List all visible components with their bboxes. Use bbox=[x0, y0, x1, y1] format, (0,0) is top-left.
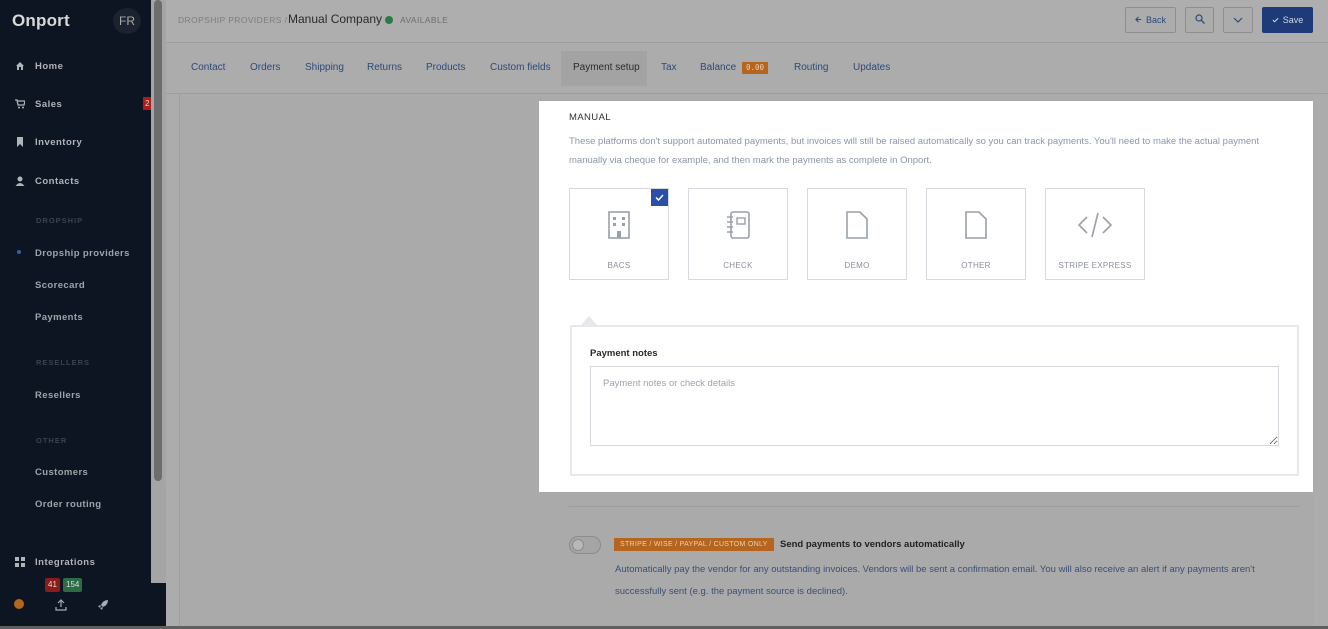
payment-method-label: DEMO bbox=[844, 261, 870, 270]
payment-method-check[interactable]: CHECK bbox=[688, 188, 788, 280]
section-dropship: DROPSHIP bbox=[36, 216, 84, 225]
tab-payment-setup[interactable]: Payment setup bbox=[573, 62, 640, 73]
arrow-left-icon bbox=[1135, 15, 1142, 25]
selected-check-icon bbox=[651, 189, 668, 206]
status-indicator-icon bbox=[385, 16, 393, 24]
more-options-button[interactable] bbox=[1223, 7, 1253, 33]
sidebar-item-label: Home bbox=[35, 60, 64, 72]
platform-restriction-badge: STRIPE / WISE / PAYPAL / CUSTOM ONLY bbox=[614, 538, 774, 551]
sidebar-item-dropship-providers[interactable]: Dropship providers bbox=[35, 248, 130, 259]
upload-icon[interactable] bbox=[55, 598, 67, 616]
sidebar-item-payments[interactable]: Payments bbox=[35, 312, 83, 323]
divider bbox=[569, 506, 1299, 507]
home-icon bbox=[15, 61, 25, 71]
payment-method-label: STRIPE EXPRESS bbox=[1058, 261, 1132, 270]
tab-returns[interactable]: Returns bbox=[367, 62, 402, 73]
sidebar-scrollbar-thumb[interactable] bbox=[154, 0, 162, 481]
tab-orders[interactable]: Orders bbox=[250, 62, 281, 73]
sidebar-item-customers[interactable]: Customers bbox=[35, 467, 88, 478]
sidebar-item-home[interactable]: Home bbox=[0, 56, 151, 76]
payment-method-label: BACS bbox=[607, 261, 631, 270]
brand-logo[interactable]: Onport bbox=[12, 11, 70, 31]
sidebar-item-scorecard[interactable]: Scorecard bbox=[35, 280, 85, 291]
sidebar-item-resellers[interactable]: Resellers bbox=[35, 390, 81, 401]
back-label: Back bbox=[1145, 15, 1166, 25]
status-dot-icon[interactable] bbox=[14, 599, 24, 609]
footer-badge-red: 41 bbox=[45, 578, 60, 592]
payment-method-other[interactable]: OTHER bbox=[926, 188, 1026, 280]
auto-payments-description: Automatically pay the vendor for any out… bbox=[615, 564, 1255, 597]
section-other: OTHER bbox=[36, 436, 68, 445]
tab-updates[interactable]: Updates bbox=[853, 62, 890, 73]
search-icon bbox=[1194, 14, 1205, 26]
balance-badge: 0.00 bbox=[742, 62, 769, 74]
chevron-down-icon bbox=[1233, 15, 1243, 25]
tab-custom-fields[interactable]: Custom fields bbox=[490, 62, 551, 73]
user-icon bbox=[15, 176, 25, 186]
auto-payments-toggle[interactable] bbox=[569, 536, 601, 554]
tab-contact[interactable]: Contact bbox=[191, 62, 225, 73]
sidebar-footer bbox=[0, 583, 166, 629]
breadcrumb[interactable]: DROPSHIP PROVIDERS / bbox=[178, 15, 287, 25]
notes-pointer-icon bbox=[581, 316, 597, 325]
save-label: Save bbox=[1282, 15, 1304, 25]
auto-payments-title: Send payments to vendors automatically bbox=[780, 539, 965, 550]
sidebar-item-label: Integrations bbox=[35, 556, 96, 568]
sidebar-item-sales[interactable]: Sales bbox=[0, 94, 151, 114]
sidebar-item-order-routing[interactable]: Order routing bbox=[35, 499, 101, 510]
bookmark-icon bbox=[15, 137, 25, 147]
sidebar-item-inventory[interactable]: Inventory bbox=[0, 132, 151, 152]
sidebar-item-contacts[interactable]: Contacts bbox=[0, 171, 151, 191]
avatar[interactable]: FR bbox=[113, 8, 141, 34]
payment-method-stripe-express[interactable]: STRIPE EXPRESS bbox=[1045, 188, 1145, 280]
rocket-icon[interactable] bbox=[97, 598, 109, 616]
sidebar-item-label: Sales bbox=[35, 98, 63, 110]
sales-count-badge: 2 bbox=[143, 97, 151, 110]
tab-routing[interactable]: Routing bbox=[794, 62, 828, 73]
cart-icon bbox=[15, 99, 25, 109]
sidebar-item-integrations[interactable]: Integrations bbox=[0, 552, 151, 572]
check-icon bbox=[1272, 15, 1279, 25]
tab-tax[interactable]: Tax bbox=[661, 62, 677, 73]
page-title: Manual Company bbox=[288, 12, 383, 26]
manual-section-description: These platforms don't support automated … bbox=[569, 136, 1260, 166]
status-badge: AVAILABLE bbox=[400, 15, 449, 25]
sidebar-item-label: Contacts bbox=[35, 175, 80, 187]
tab-products[interactable]: Products bbox=[426, 62, 465, 73]
manual-section-title: MANUAL bbox=[569, 112, 611, 123]
active-indicator bbox=[17, 250, 21, 254]
tab-balance[interactable]: Balance bbox=[700, 62, 736, 73]
payment-method-label: CHECK bbox=[723, 261, 753, 270]
footer-badge-green: 154 bbox=[63, 578, 83, 592]
search-button[interactable] bbox=[1185, 7, 1214, 33]
payment-method-demo[interactable]: DEMO bbox=[807, 188, 907, 280]
payment-notes-input[interactable] bbox=[590, 366, 1279, 446]
back-button[interactable]: Back bbox=[1125, 7, 1176, 33]
section-resellers: RESELLERS bbox=[36, 358, 91, 367]
tab-shipping[interactable]: Shipping bbox=[305, 62, 344, 73]
save-button[interactable]: Save bbox=[1262, 7, 1313, 33]
sidebar-item-label: Inventory bbox=[35, 136, 83, 148]
grid-icon bbox=[15, 557, 25, 567]
payment-notes-label: Payment notes bbox=[590, 348, 658, 359]
toggle-knob bbox=[572, 539, 584, 551]
payment-method-label: OTHER bbox=[961, 261, 991, 270]
